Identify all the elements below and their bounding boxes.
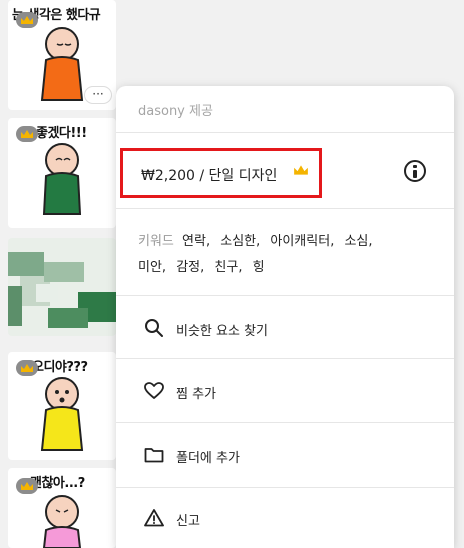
character-illustration [42,495,82,548]
heart-icon [144,382,164,399]
add-to-folder-button[interactable]: 폴더에 추가 [116,425,454,485]
find-similar-button[interactable]: 비슷한 요소 찾기 [116,298,454,358]
divider [116,295,454,296]
thumbnail-item[interactable]: 괜찮아...? [8,468,116,548]
keyword-link[interactable]: 소심한, [220,234,260,249]
keyword-link[interactable]: 연락, [182,234,210,249]
keyword-link[interactable]: 소심, [344,234,372,249]
keyword-link[interactable]: 힝 [253,260,265,275]
more-options-button[interactable]: ··· [84,86,112,104]
thumbnail-item[interactable] [8,238,116,336]
find-similar-label: 비슷한 요소 찾기 [176,324,268,339]
price-highlight: ₩2,200 / 단일 디자인 [120,148,322,198]
keyword-link[interactable]: 감정, [176,260,204,275]
report-label: 신고 [176,514,200,529]
search-icon [145,319,163,337]
report-button[interactable]: 신고 [116,488,454,548]
divider [116,208,454,209]
context-menu: dasony 제공 ₩2,200 / 단일 디자인 키워드 연락, 소심한, 아… [116,86,454,548]
keywords-label: 키워드 [138,234,174,249]
character-illustration [40,377,84,451]
divider [116,422,454,423]
keyword-link[interactable]: 친구, [214,260,242,275]
divider [116,132,454,133]
provider-label: dasony 제공 [138,104,213,119]
crown-icon [294,165,308,175]
add-favorite-button[interactable]: 찜 추가 [116,361,454,421]
keyword-link[interactable]: 아이캐릭터, [270,234,334,249]
character-illustration [42,143,82,215]
folder-icon [144,448,164,463]
divider [116,358,454,359]
thumbnail-item[interactable]: 오디야??? [8,352,116,460]
warning-icon [144,509,164,527]
keyword-link[interactable]: 미안, [138,260,166,275]
thumbnail-item[interactable]: 좋겠다!!! [8,118,116,228]
price-label: ₩2,200 / 단일 디자인 [141,168,278,184]
keywords-row: 키워드 연락, 소심한, 아이캐릭터, 소심, [138,230,379,249]
info-icon[interactable] [404,160,426,182]
add-to-folder-label: 폴더에 추가 [176,451,240,466]
add-favorite-label: 찜 추가 [176,387,217,402]
keywords-row: 미안, 감정, 친구, 힝 [138,256,271,275]
blurred-image [8,252,116,328]
